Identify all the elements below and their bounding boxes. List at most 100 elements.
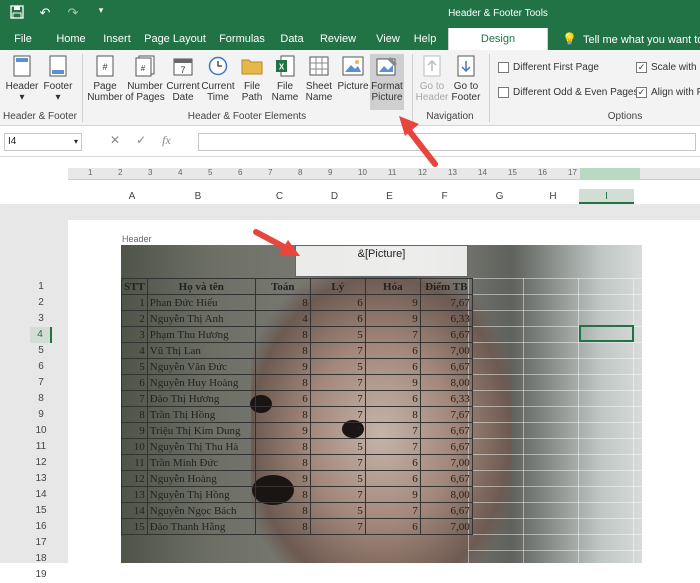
tab-page-layout[interactable]: Page Layout <box>142 28 208 50</box>
header-button[interactable]: Header ▾ <box>4 54 40 110</box>
cancel-icon[interactable]: ✕ <box>110 133 120 148</box>
cell-stt[interactable]: 7 <box>121 390 148 407</box>
footer-button[interactable]: Footer ▾ <box>40 54 76 110</box>
vertical-ruler[interactable] <box>0 204 8 563</box>
cell-name[interactable]: Nguyễn Thị Anh <box>146 310 256 327</box>
header-name[interactable]: Họ và tên <box>146 278 256 295</box>
cell-chemistry[interactable]: 7 <box>364 326 421 343</box>
cell-math[interactable]: 9 <box>254 422 311 439</box>
header-average[interactable]: Điểm TB <box>419 278 473 295</box>
tab-formulas[interactable]: Formulas <box>214 28 270 50</box>
row-header-6[interactable]: 6 <box>30 359 52 375</box>
customize-qat-icon[interactable]: ▾ <box>92 5 110 22</box>
cell-name[interactable]: Đào Thị Hương <box>146 390 256 407</box>
cell-physics[interactable]: 7 <box>309 454 366 471</box>
undo-icon[interactable]: ↶ <box>36 5 54 22</box>
cell-physics[interactable]: 5 <box>309 358 366 375</box>
cell-physics[interactable]: 7 <box>309 390 366 407</box>
cell-stt[interactable]: 1 <box>121 294 148 311</box>
tab-help[interactable]: Help <box>410 28 440 50</box>
cell-stt[interactable]: 13 <box>121 486 148 503</box>
cell-chemistry[interactable]: 6 <box>364 470 421 487</box>
cell-chemistry[interactable]: 8 <box>364 406 421 423</box>
cell-name[interactable]: Phan Đức Hiếu <box>146 294 256 311</box>
row-header-14[interactable]: 14 <box>30 487 52 503</box>
cell-name[interactable]: Nguyễn Ngọc Bách <box>146 502 256 519</box>
column-header-c[interactable]: C <box>252 189 307 204</box>
page-number-button[interactable]: # Page Number <box>86 54 124 110</box>
tab-design[interactable]: Design <box>448 28 548 50</box>
function-icon[interactable]: fx <box>162 133 171 148</box>
cell-math[interactable]: 9 <box>254 470 311 487</box>
cell-chemistry[interactable]: 6 <box>364 342 421 359</box>
column-header-f[interactable]: F <box>417 189 472 204</box>
cell-math[interactable]: 8 <box>254 374 311 391</box>
cell-average[interactable]: 8,00 <box>419 374 473 391</box>
column-header-a[interactable]: A <box>120 189 144 204</box>
tab-data[interactable]: Data <box>276 28 308 50</box>
cell-math[interactable]: 8 <box>254 518 311 535</box>
cell-average[interactable]: 7,00 <box>419 342 473 359</box>
picture-button[interactable]: Picture <box>336 54 370 110</box>
cell-math[interactable]: 6 <box>254 390 311 407</box>
cell-name[interactable]: Nguyễn Huy Hoàng <box>146 374 256 391</box>
cell-name[interactable]: Vũ Thị Lan <box>146 342 256 359</box>
column-header-d[interactable]: D <box>307 189 362 204</box>
cell-name[interactable]: Phạm Thu Hương <box>146 326 256 343</box>
cell-stt[interactable]: 5 <box>121 358 148 375</box>
cell-name[interactable]: Nguyễn Hoàng <box>146 470 256 487</box>
row-header-16[interactable]: 16 <box>30 519 52 535</box>
cell-math[interactable]: 8 <box>254 326 311 343</box>
cell-physics[interactable]: 5 <box>309 438 366 455</box>
cell-stt[interactable]: 12 <box>121 470 148 487</box>
cell-average[interactable]: 7,00 <box>419 454 473 471</box>
cell-physics[interactable]: 5 <box>309 502 366 519</box>
cell-math[interactable]: 8 <box>254 486 311 503</box>
cell-physics[interactable]: 7 <box>309 486 366 503</box>
cell-chemistry[interactable]: 7 <box>364 438 421 455</box>
cell-chemistry[interactable]: 7 <box>364 422 421 439</box>
cell-math[interactable]: 8 <box>254 454 311 471</box>
header-center-section[interactable]: &[Picture] <box>295 245 468 277</box>
enter-icon[interactable]: ✓ <box>136 133 146 148</box>
tab-home[interactable]: Home <box>50 28 92 50</box>
tab-review[interactable]: Review <box>316 28 360 50</box>
cell-chemistry[interactable]: 6 <box>364 454 421 471</box>
row-header-7[interactable]: 7 <box>30 375 52 391</box>
tell-me-box[interactable]: 💡 Tell me what you want to do <box>556 28 700 50</box>
cell-name[interactable]: Trần Thị Hồng <box>146 406 256 423</box>
cell-average[interactable]: 6,67 <box>419 438 473 455</box>
cell-name[interactable]: Triệu Thị Kim Dung <box>146 422 256 439</box>
save-icon[interactable] <box>8 5 26 22</box>
cell-stt[interactable]: 2 <box>121 310 148 327</box>
cell-stt[interactable]: 4 <box>121 342 148 359</box>
header-physics[interactable]: Lý <box>309 278 366 295</box>
cell-math[interactable]: 8 <box>254 502 311 519</box>
current-time-button[interactable]: Current Time <box>200 54 236 110</box>
cell-physics[interactable]: 5 <box>309 422 366 439</box>
cell-name[interactable]: Nguyễn Thị Hồng <box>146 486 256 503</box>
cell-chemistry[interactable]: 7 <box>364 502 421 519</box>
cell-stt[interactable]: 14 <box>121 502 148 519</box>
cell-average[interactable]: 6,33 <box>419 390 473 407</box>
cell-math[interactable]: 9 <box>254 358 311 375</box>
cell-chemistry[interactable]: 9 <box>364 310 421 327</box>
tab-file[interactable]: File <box>4 28 42 50</box>
column-header-b[interactable]: B <box>144 189 252 204</box>
cell-name[interactable]: Đào Thanh Hằng <box>146 518 256 535</box>
selected-cell-i4[interactable] <box>579 325 634 342</box>
cell-average[interactable]: 6,67 <box>419 326 473 343</box>
cell-stt[interactable]: 3 <box>121 326 148 343</box>
current-date-button[interactable]: 7 Current Date <box>166 54 200 110</box>
cell-average[interactable]: 6,67 <box>419 422 473 439</box>
cell-chemistry[interactable]: 6 <box>364 390 421 407</box>
column-header-h[interactable]: H <box>527 189 579 204</box>
header-stt[interactable]: STT <box>121 278 148 295</box>
cell-stt[interactable]: 8 <box>121 406 148 423</box>
horizontal-ruler[interactable]: 1 2 3 4 5 6 7 8 9 10 11 12 13 14 15 16 17 <box>68 168 700 180</box>
scale-with-document-checkbox[interactable]: ✓ Scale with D <box>636 62 700 73</box>
row-header-4[interactable]: 4 <box>30 327 52 343</box>
cell-math[interactable]: 8 <box>254 342 311 359</box>
file-name-button[interactable]: X File Name <box>268 54 302 110</box>
cell-chemistry[interactable]: 6 <box>364 518 421 535</box>
